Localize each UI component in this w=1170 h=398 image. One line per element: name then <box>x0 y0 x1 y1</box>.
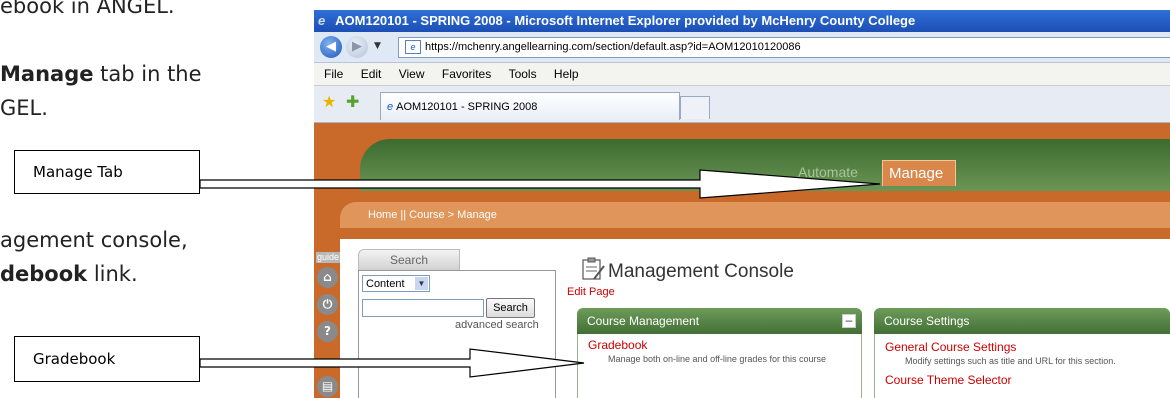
gradebook-callout-label: Gradebook <box>33 350 116 368</box>
arrow-to-gradebook <box>199 348 585 378</box>
manage-tab-callout-label: Manage Tab <box>33 163 123 181</box>
gradebook-callout: Gradebook <box>14 336 200 382</box>
manage-tab-callout: Manage Tab <box>14 150 200 194</box>
arrow-to-manage-tab <box>199 169 881 199</box>
